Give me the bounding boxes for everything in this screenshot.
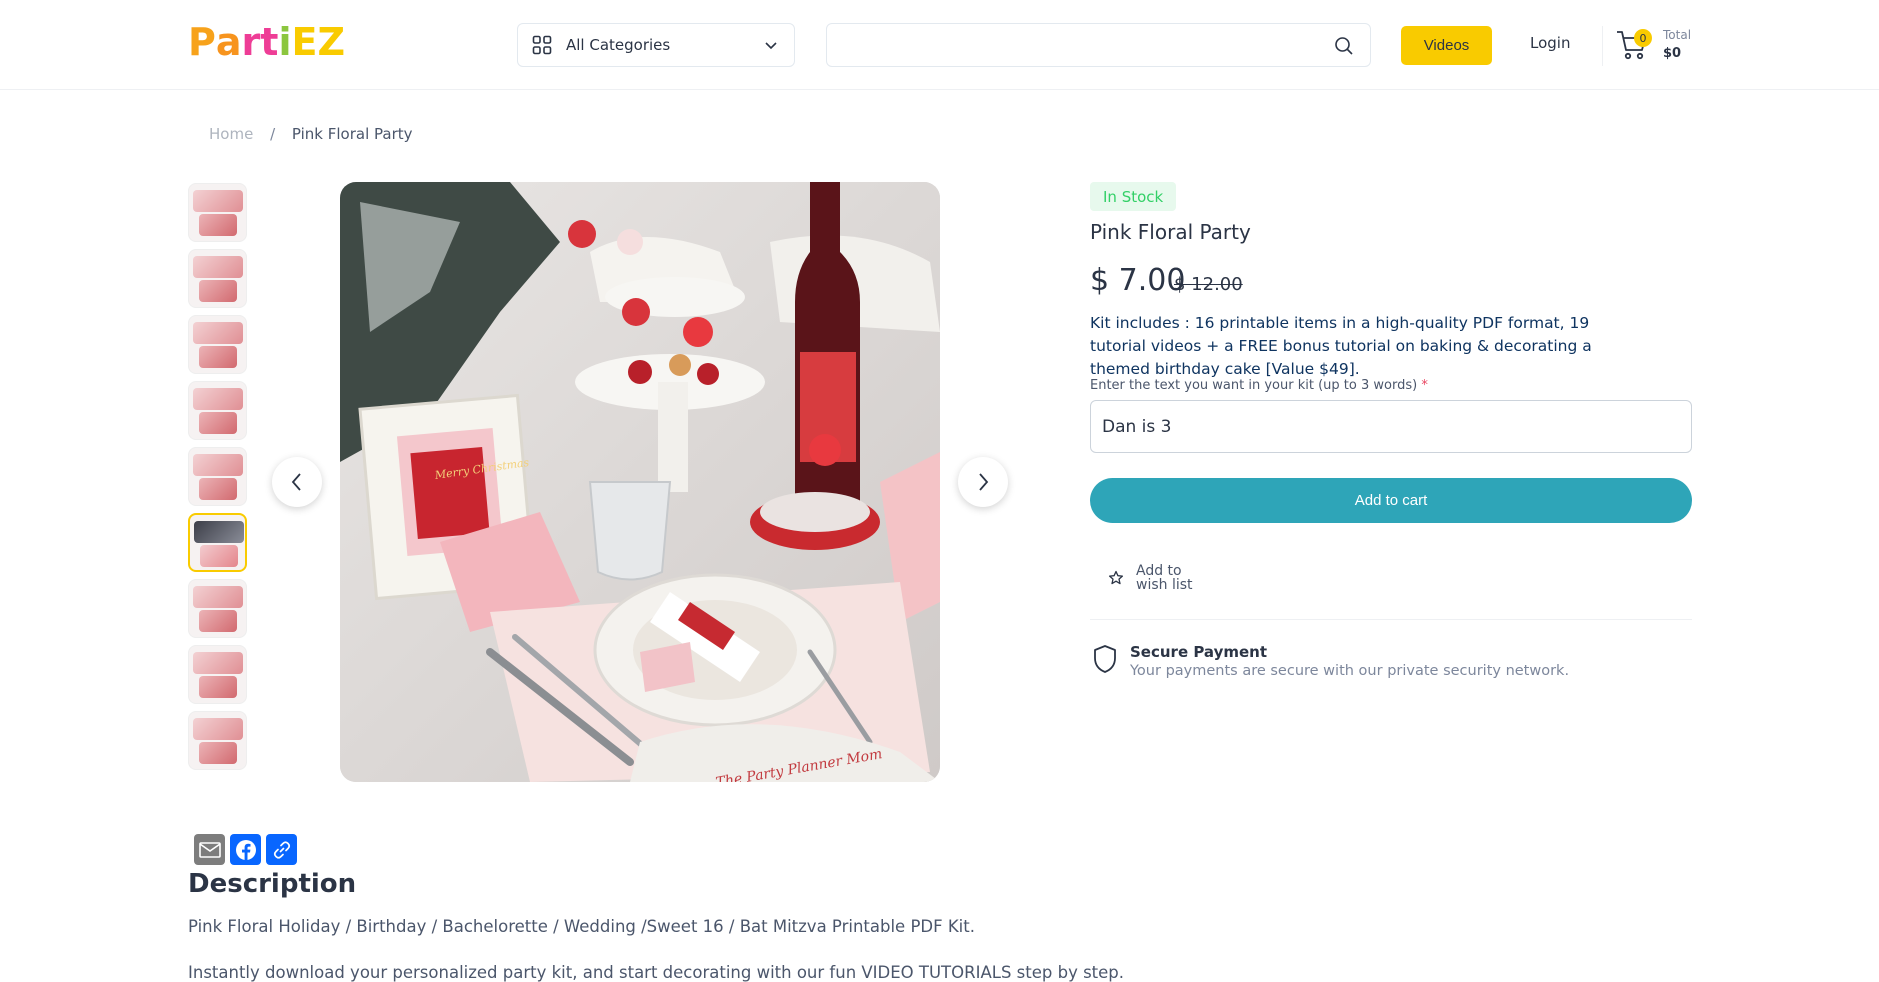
wishlist-label-line2: wish list [1136, 577, 1193, 593]
thumbnail-image [193, 652, 243, 674]
thumbnail-image [193, 190, 243, 212]
shield-icon [1092, 644, 1118, 678]
search-icon[interactable] [1334, 36, 1354, 60]
next-image-button[interactable] [958, 457, 1008, 507]
login-link[interactable]: Login [1530, 34, 1570, 52]
share-facebook-button[interactable] [230, 834, 261, 865]
product-main-image[interactable]: Merry Christmas The Party Planner Mom [340, 182, 940, 782]
thumbnail-image-detail [199, 346, 237, 368]
link-icon [272, 840, 292, 860]
kit-text-label-text: Enter the text you want in your kit (up … [1090, 378, 1418, 393]
product-photo: Merry Christmas The Party Planner Mom [340, 182, 940, 782]
kit-text-input[interactable] [1090, 400, 1692, 453]
grid-icon [532, 35, 552, 55]
product-thumbnail[interactable] [188, 315, 247, 374]
product-price: $ 7.00 [1090, 263, 1186, 298]
thumbnail-image-detail [199, 280, 237, 302]
logo-letter: Z [317, 20, 345, 64]
cart-total-value: $0 [1663, 46, 1682, 61]
categories-label: All Categories [566, 36, 671, 54]
thumbnail-image [194, 521, 244, 543]
thumbnail-image-detail [199, 214, 237, 236]
thumbnail-image [193, 586, 243, 608]
copy-link-button[interactable] [266, 834, 297, 865]
facebook-icon [235, 839, 257, 861]
secure-payment-subtitle: Your payments are secure with our privat… [1130, 663, 1570, 679]
email-icon [198, 841, 221, 858]
required-mark: * [1421, 378, 1428, 393]
logo-letter: i [278, 20, 292, 64]
thumbnail-image [193, 322, 243, 344]
product-thumbnail[interactable] [188, 579, 247, 638]
product-thumbnail[interactable] [188, 645, 247, 704]
product-thumbnail[interactable] [188, 249, 247, 308]
thumbnail-image [193, 718, 243, 740]
header-divider [1602, 26, 1603, 66]
description-line-1: Pink Floral Holiday / Birthday / Bachelo… [188, 917, 975, 936]
share-email-button[interactable] [194, 834, 225, 865]
site-logo[interactable]: PartiEZ [188, 20, 345, 64]
thumbnail-image-detail [199, 412, 237, 434]
thumbnail-image [193, 388, 243, 410]
videos-button[interactable]: Videos [1401, 26, 1492, 65]
logo-letter: t [260, 20, 279, 64]
product-thumbnail[interactable] [188, 447, 247, 506]
logo-letter: E [291, 20, 318, 64]
product-title: Pink Floral Party [1090, 220, 1251, 244]
breadcrumb-current: Pink Floral Party [291, 125, 413, 143]
add-to-cart-button[interactable]: Add to cart [1090, 478, 1692, 523]
wishlist-label: Add to wish list [1136, 564, 1193, 592]
star-icon [1108, 570, 1124, 586]
kit-text-label: Enter the text you want in your kit (up … [1090, 378, 1428, 393]
secure-payment-title: Secure Payment [1130, 643, 1268, 661]
breadcrumb-separator: / [270, 125, 276, 143]
thumbnail-image-detail [199, 610, 237, 632]
thumbnail-image [193, 256, 243, 278]
thumbnail-image-detail [199, 676, 237, 698]
add-to-wishlist-button[interactable]: Add to wish list [1108, 564, 1193, 592]
description-heading: Description [188, 869, 357, 899]
breadcrumb: Home / Pink Floral Party [209, 125, 413, 143]
chevron-down-icon [764, 38, 778, 56]
product-old-price: $ 12.00 [1174, 274, 1243, 295]
product-thumbnail[interactable] [188, 513, 247, 572]
logo-letter: a [215, 20, 242, 64]
chevron-right-icon [975, 472, 991, 492]
product-thumbnail[interactable] [188, 381, 247, 440]
product-thumbnail[interactable] [188, 711, 247, 770]
chevron-left-icon [289, 472, 305, 492]
product-short-description: Kit includes : 16 printable items in a h… [1090, 314, 1592, 378]
section-divider [1090, 619, 1692, 620]
search-input[interactable] [826, 23, 1371, 67]
site-header: PartiEZ All Categories Videos Login 0 To… [0, 0, 1879, 90]
logo-letter: P [188, 20, 216, 64]
product-thumbnail[interactable] [188, 183, 247, 242]
wishlist-label-line1: Add to [1136, 563, 1182, 579]
stock-status-badge: In Stock [1090, 182, 1177, 211]
description-line-2: Instantly download your personalized par… [188, 963, 1125, 982]
cart-total-label: Total [1663, 28, 1692, 42]
thumbnail-image [193, 454, 243, 476]
thumbnail-image-detail [199, 742, 237, 764]
categories-dropdown[interactable]: All Categories [517, 23, 795, 67]
logo-letter: r [241, 20, 261, 64]
thumbnail-image-detail [200, 545, 238, 567]
cart-count-badge: 0 [1634, 29, 1652, 47]
thumbnail-image-detail [199, 478, 237, 500]
prev-image-button[interactable] [272, 457, 322, 507]
breadcrumb-home[interactable]: Home [209, 125, 253, 143]
